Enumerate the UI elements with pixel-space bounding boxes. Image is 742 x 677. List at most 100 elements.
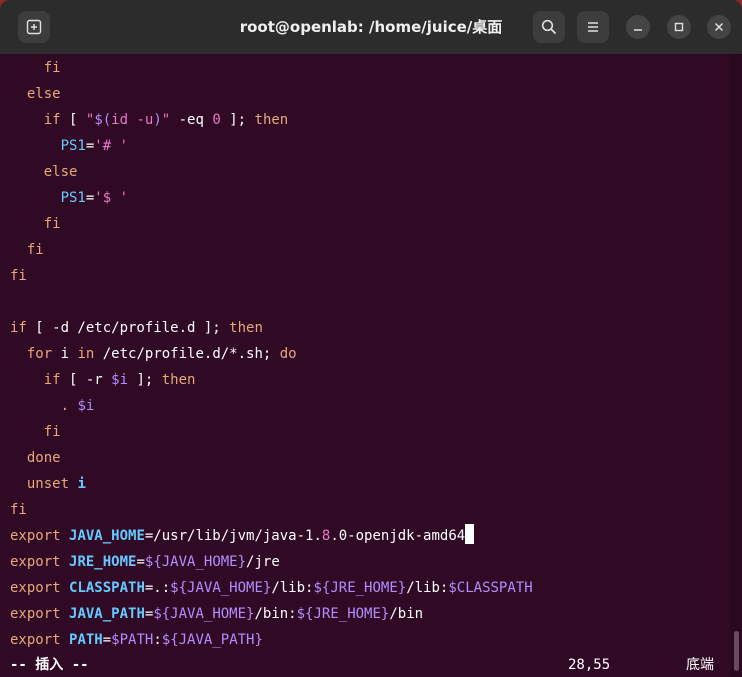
editor-line: fi bbox=[10, 211, 533, 237]
editor-line: if [ -r $i ]; then bbox=[10, 367, 533, 393]
code-token: /jre bbox=[246, 554, 280, 570]
code-token: [ bbox=[60, 112, 86, 128]
code-token: done bbox=[10, 450, 61, 466]
editor-line: if [ "$(id -u)" -eq 0 ]; then bbox=[10, 107, 533, 133]
text-cursor bbox=[465, 524, 475, 544]
code-token: = bbox=[136, 554, 145, 570]
close-button[interactable] bbox=[707, 15, 731, 39]
code-token: ${JAVA_PATH} bbox=[161, 632, 263, 648]
code-token: 0 bbox=[212, 112, 221, 128]
editor-line: fi bbox=[10, 497, 533, 523]
code-token: export bbox=[10, 632, 61, 648]
code-token: ]; bbox=[128, 372, 162, 388]
search-button[interactable] bbox=[533, 11, 565, 43]
minimize-icon bbox=[633, 22, 643, 32]
code-token: then bbox=[254, 112, 289, 128]
code-token: then bbox=[229, 320, 263, 336]
code-token: /lib: bbox=[406, 580, 449, 596]
code-token: unset bbox=[10, 476, 70, 492]
cursor-position: 28,55 bbox=[568, 657, 611, 673]
editor-line: fi bbox=[10, 237, 533, 263]
editor-line: fi bbox=[10, 419, 533, 445]
code-token: $i bbox=[111, 372, 129, 388]
editor-line: done bbox=[10, 445, 533, 471]
code-token: PS1 bbox=[10, 190, 86, 206]
code-token: =/usr/lib/jvm/java-1. bbox=[144, 528, 322, 544]
editor-line: else bbox=[10, 159, 533, 185]
editor-line: export PATH=$PATH:${JAVA_PATH} bbox=[10, 627, 533, 653]
code-token: ]; bbox=[220, 112, 255, 128]
code-token: -eq bbox=[170, 112, 213, 128]
menu-button[interactable] bbox=[577, 11, 609, 43]
code-token: i bbox=[52, 346, 78, 362]
code-token: JAVA_HOME bbox=[69, 528, 145, 544]
code-token: fi bbox=[10, 60, 61, 76]
close-icon bbox=[714, 22, 724, 32]
code-token: . bbox=[10, 398, 78, 414]
code-token: ) bbox=[153, 112, 162, 128]
search-icon bbox=[541, 19, 557, 35]
code-token: .0-openjdk-amd64 bbox=[330, 528, 466, 544]
vim-status-bar: -- 插入 -- 28,55 底端 bbox=[10, 652, 720, 677]
scrollbar-thumb[interactable] bbox=[734, 631, 739, 671]
hamburger-menu-icon bbox=[586, 20, 600, 34]
code-token: " bbox=[161, 112, 171, 128]
code-token: do bbox=[279, 346, 297, 362]
new-tab-button[interactable] bbox=[18, 11, 50, 43]
minimize-button[interactable] bbox=[626, 15, 650, 39]
code-token: /bin: bbox=[254, 606, 297, 622]
editor-line: PS1='# ' bbox=[10, 133, 533, 159]
code-token: if bbox=[10, 320, 27, 336]
title-bar[interactable]: root@openlab: /home/juice/桌面 bbox=[0, 0, 742, 54]
code-token: export bbox=[10, 606, 61, 622]
editor-line: else bbox=[10, 81, 533, 107]
code-token: $( bbox=[94, 112, 112, 128]
code-token: fi bbox=[10, 268, 27, 284]
code-token: : bbox=[153, 632, 162, 648]
code-token: =.: bbox=[144, 580, 171, 596]
code-token: ${JRE_HOME} bbox=[296, 606, 390, 622]
code-token: i bbox=[77, 476, 86, 492]
editor-line: if [ -d /etc/profile.d ]; then bbox=[10, 315, 533, 341]
code-token: = bbox=[102, 632, 112, 648]
code-token: ${JAVA_HOME} bbox=[170, 580, 272, 596]
code-token: fi bbox=[10, 216, 61, 232]
editor-line: unset i bbox=[10, 471, 533, 497]
maximize-button[interactable] bbox=[667, 15, 691, 39]
code-token: $PATH bbox=[111, 632, 154, 648]
maximize-icon bbox=[674, 22, 684, 32]
code-token: if bbox=[10, 112, 61, 128]
editor-line bbox=[10, 289, 533, 315]
code-token: /bin bbox=[389, 606, 424, 622]
code-token: JRE_HOME bbox=[69, 554, 137, 570]
new-tab-icon bbox=[26, 19, 42, 35]
code-token: CLASSPATH bbox=[69, 580, 145, 596]
editor-line: export JAVA_PATH=${JAVA_HOME}/bin:${JRE_… bbox=[10, 601, 533, 627]
code-token: else bbox=[10, 86, 61, 102]
code-token: fi bbox=[10, 502, 27, 518]
code-token: export bbox=[10, 580, 61, 596]
code-token: if bbox=[10, 372, 61, 388]
terminal-content[interactable]: fi else if [ "$(id -u)" -eq 0 ]; then PS… bbox=[0, 54, 730, 677]
scroll-position: 底端 bbox=[686, 657, 714, 673]
code-token: export bbox=[10, 554, 61, 570]
code-token: '# ' bbox=[94, 138, 129, 154]
code-token: [ -r bbox=[60, 372, 112, 388]
editor-line: fi bbox=[10, 55, 533, 81]
code-token: id -u bbox=[111, 112, 154, 128]
editor-line: . $i bbox=[10, 393, 533, 419]
code-token: then bbox=[161, 372, 196, 388]
code-token: /etc/profile.d/*.sh; bbox=[94, 346, 280, 362]
terminal-scrollbar[interactable] bbox=[730, 54, 742, 677]
editor-line: export JAVA_HOME=/usr/lib/jvm/java-1.8.0… bbox=[10, 523, 533, 549]
code-token: [ -d /etc/profile.d ]; bbox=[26, 320, 230, 336]
code-token: $CLASSPATH bbox=[448, 580, 533, 596]
terminal-window: root@openlab: /home/juice/桌面 fi else if … bbox=[0, 0, 742, 677]
code-token: $i bbox=[77, 398, 95, 414]
code-token: PS1 bbox=[10, 138, 86, 154]
code-token: ${JRE_HOME} bbox=[313, 580, 407, 596]
code-token: JAVA_PATH bbox=[69, 606, 145, 622]
